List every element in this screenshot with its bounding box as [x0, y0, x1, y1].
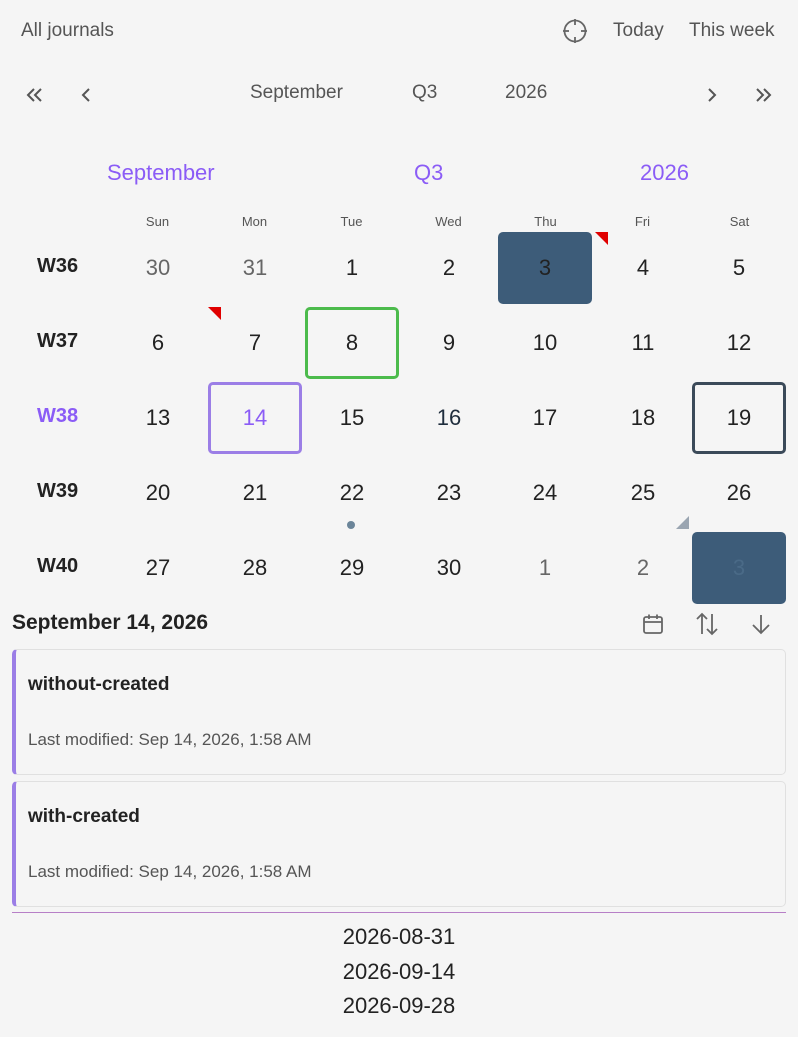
week-number[interactable]: W36	[0, 255, 80, 278]
day-cell[interactable]: 22	[305, 457, 399, 529]
weekday-label: Sun	[145, 214, 170, 229]
day-cell[interactable]: 31	[208, 232, 302, 304]
date-list-item: 2026-09-14	[342, 958, 456, 984]
day-cell[interactable]: 1	[305, 232, 399, 304]
weekday-label: Sat	[729, 214, 750, 229]
nav-quarter[interactable]: Q3	[412, 82, 437, 104]
day-cell-filled[interactable]: 3	[498, 232, 592, 304]
week-number-selected[interactable]: W38	[0, 405, 80, 428]
day-cell[interactable]: 23	[402, 457, 496, 529]
day-cell[interactable]: 7	[208, 307, 302, 379]
day-cell[interactable]: 30	[111, 232, 205, 304]
day-cell[interactable]: 24	[498, 457, 592, 529]
week-number[interactable]: W37	[0, 330, 80, 353]
double-chevron-right-icon[interactable]	[748, 80, 778, 110]
day-cell[interactable]: 9	[402, 307, 496, 379]
title-year[interactable]: 2026	[640, 160, 689, 186]
day-cell[interactable]: 29	[305, 532, 399, 604]
note-title: without-created	[28, 674, 170, 695]
chevron-left-icon[interactable]	[71, 80, 101, 110]
weekday-label: Mon	[241, 214, 268, 229]
day-cell[interactable]: 11	[596, 307, 690, 379]
title-month[interactable]: September	[107, 160, 215, 186]
red-flag-icon	[208, 307, 221, 320]
weekday-label: Tue	[340, 214, 363, 229]
title-quarter[interactable]: Q3	[414, 160, 443, 186]
day-cell[interactable]: 13	[111, 382, 205, 454]
date-list-item: 2026-09-28	[342, 993, 456, 1018]
day-cell-today[interactable]: 8	[305, 307, 399, 379]
week-number[interactable]: W40	[0, 555, 80, 578]
day-cell[interactable]: 18	[596, 382, 690, 454]
crosshair-icon[interactable]	[562, 18, 588, 44]
note-title: with-created	[28, 806, 140, 827]
day-cell[interactable]: 1	[498, 532, 592, 604]
weekday-label: Thu	[534, 214, 557, 229]
date-list: 2026-08-31 2026-09-14 2026-09-28	[0, 920, 798, 1024]
day-cell[interactable]: 17	[498, 382, 592, 454]
divider	[12, 912, 786, 913]
red-flag-icon	[595, 232, 608, 245]
day-cell[interactable]: 6	[111, 307, 205, 379]
day-cell[interactable]: 4	[596, 232, 690, 304]
note-modified: Last modified: Sep 14, 2026, 1:58 AM	[28, 862, 312, 881]
day-cell[interactable]: 15	[305, 382, 399, 454]
note-card[interactable]: without-created Last modified: Sep 14, 2…	[12, 649, 786, 775]
chevron-right-icon[interactable]	[697, 80, 727, 110]
day-cell[interactable]: 30	[402, 532, 496, 604]
day-cell[interactable]: 12	[692, 307, 786, 379]
sort-arrows-icon[interactable]	[691, 608, 723, 640]
arrow-down-icon[interactable]	[745, 608, 777, 640]
weekday-label: Fri	[634, 214, 651, 229]
day-cell[interactable]: 5	[692, 232, 786, 304]
double-chevron-left-icon[interactable]	[20, 80, 50, 110]
note-card[interactable]: with-created Last modified: Sep 14, 2026…	[12, 781, 786, 907]
grey-corner-icon	[676, 516, 689, 529]
this-week-button[interactable]: This week	[689, 20, 775, 42]
nav-month[interactable]: September	[250, 82, 343, 104]
weekday-label: Wed	[435, 214, 462, 229]
day-cell-outlined[interactable]: 19	[692, 382, 786, 454]
day-cell[interactable]: 28	[208, 532, 302, 604]
day-cell-selected[interactable]: 14	[208, 382, 302, 454]
top-bar: All journals Today This week	[0, 0, 798, 62]
entry-dot-icon	[347, 521, 355, 529]
note-modified: Last modified: Sep 14, 2026, 1:58 AM	[28, 730, 312, 749]
day-cell[interactable]: 26	[692, 457, 786, 529]
week-number[interactable]: W39	[0, 480, 80, 503]
day-cell[interactable]: 10	[498, 307, 592, 379]
day-cell[interactable]: 21	[208, 457, 302, 529]
day-cell[interactable]: 2	[596, 532, 690, 604]
day-cell[interactable]: 20	[111, 457, 205, 529]
day-cell[interactable]: 27	[111, 532, 205, 604]
day-cell[interactable]: 16	[402, 382, 496, 454]
day-cell[interactable]: 2	[402, 232, 496, 304]
calendar-icon[interactable]	[637, 608, 669, 640]
date-list-item: 2026-08-31	[342, 924, 456, 949]
selected-day-title: September 14, 2026	[12, 611, 209, 634]
day-cell-filled[interactable]: 3	[692, 532, 786, 604]
nav-year[interactable]: 2026	[505, 82, 547, 104]
all-journals-link[interactable]: All journals	[21, 20, 114, 42]
today-button[interactable]: Today	[613, 20, 664, 42]
